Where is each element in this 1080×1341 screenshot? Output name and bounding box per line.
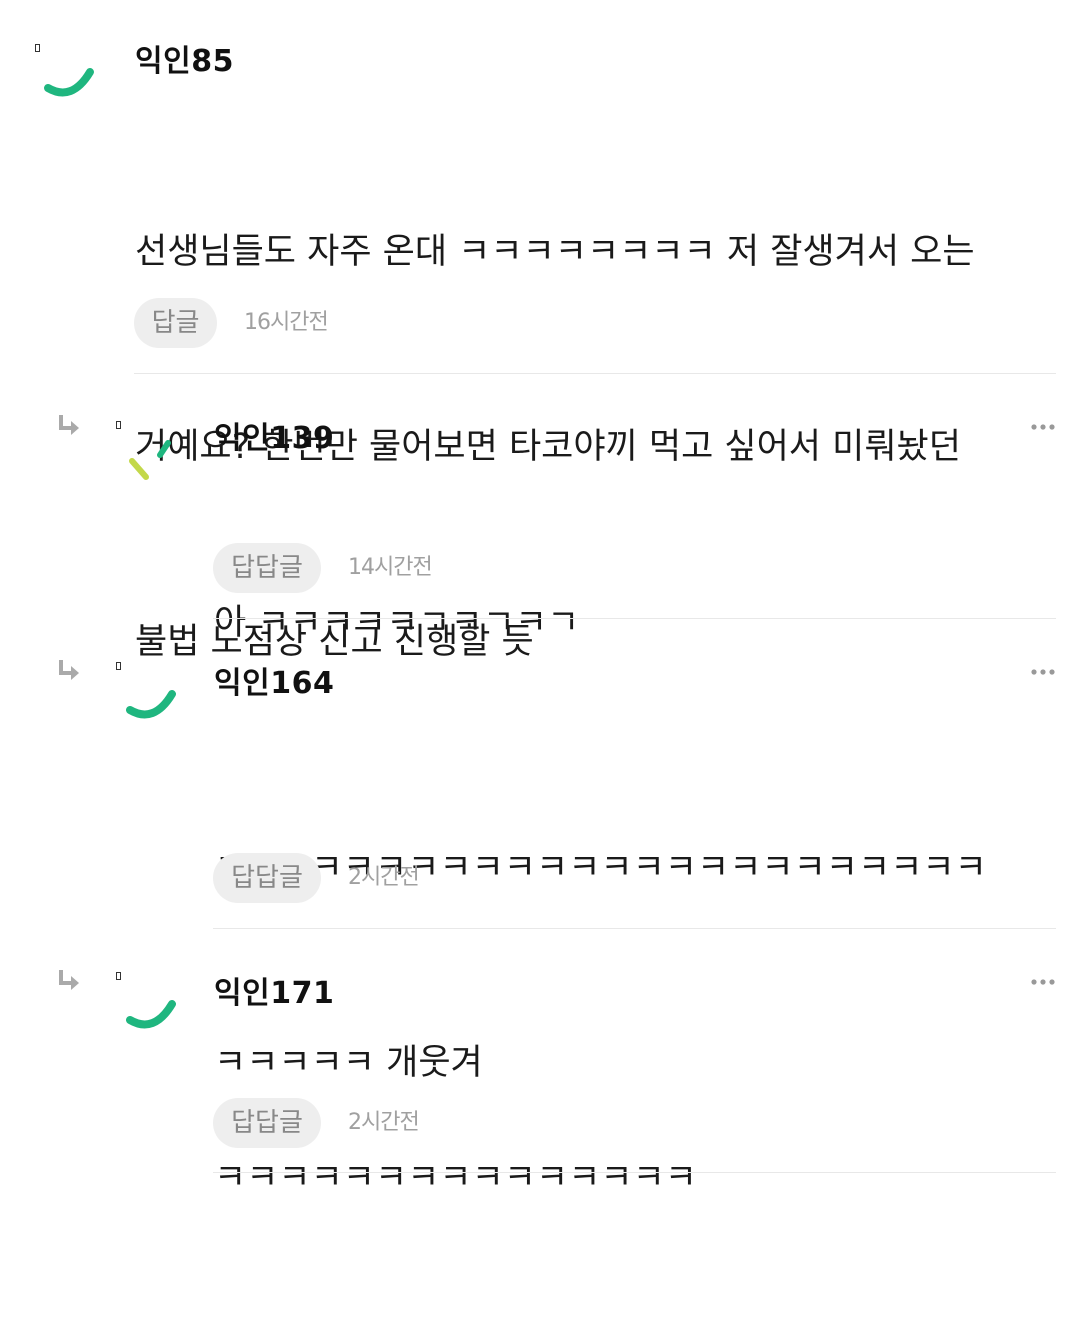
reply-button[interactable]: 답글 xyxy=(134,298,217,348)
comment-author: 익인85 xyxy=(135,44,234,79)
reply-arrow-icon xyxy=(59,660,79,680)
reply-arrow-icon xyxy=(59,970,79,990)
comment-body-line: 선생님들도 자주 온대 ㅋㅋㅋㅋㅋㅋㅋㅋ 저 잘생겨서 오는 xyxy=(135,232,975,272)
reply-button[interactable]: 답답글 xyxy=(213,853,321,903)
reply-body-line: ㅋㅋㅋㅋㅋㅋㅋㅋㅋㅋㅋㅋㅋㅋㅋㅋㅋㅋㅋㅋㅋㅋㅋㅋ xyxy=(214,848,987,888)
reply-button[interactable]: 답답글 xyxy=(213,1098,321,1148)
reply-divider xyxy=(213,928,1056,929)
avatar xyxy=(110,658,190,738)
reply-button[interactable]: 답답글 xyxy=(213,543,321,593)
reply-body: ㅋㅋㅋㅋㅋㅋㅋㅋㅋㅋㅋㅋㅋㅋㅋ xyxy=(214,1016,697,1341)
comment-divider xyxy=(134,373,1056,374)
comment-timestamp: 16시간전 xyxy=(244,310,329,335)
reply-item: 익인139 아 ㅋㅋㅋㅋㅋㄱㅋㄱㅋㄱ 답답글 14시간전 xyxy=(0,375,1080,643)
avatar xyxy=(28,36,108,116)
more-options-icon[interactable] xyxy=(1029,662,1059,682)
avatar xyxy=(110,968,190,1048)
reply-timestamp: 2시간전 xyxy=(348,1110,420,1135)
reply-author: 익인171 xyxy=(214,976,335,1011)
avatar xyxy=(110,413,190,493)
reply-body-line: ㅋㅋㅋㅋㅋㅋㅋㅋㅋㅋㅋㅋㅋㅋㅋ xyxy=(214,1158,698,1198)
more-options-icon[interactable] xyxy=(1029,417,1059,437)
avatar-arc-icon xyxy=(44,68,94,97)
reply-timestamp: 2시간전 xyxy=(348,865,420,890)
reply-item: 익인164 ㅋㅋㅋㅋㅋㅋㅋㅋㅋㅋㅋㅋㅋㅋㅋㅋㅋㅋㅋㅋㅋㅋㅋㅋ ㅋㅋㅋㅋㅋ 개웃겨… xyxy=(0,620,1080,1083)
avatar-arc-icon xyxy=(126,1000,176,1029)
comment-item: 익인85 선생님들도 자주 온대 ㅋㅋㅋㅋㅋㅋㅋㅋ 저 잘생겨서 오는 거예요?… xyxy=(0,0,1080,662)
more-options-icon[interactable] xyxy=(1029,972,1059,992)
reply-item: 익인171 ㅋㅋㅋㅋㅋㅋㅋㅋㅋㅋㅋㅋㅋㅋㅋ 답답글 2시간전 xyxy=(0,930,1080,1198)
avatar-arc-icon xyxy=(126,690,176,719)
reply-divider xyxy=(213,618,1056,619)
reply-arrow-icon xyxy=(59,415,79,435)
reply-timestamp: 14시간전 xyxy=(348,555,433,580)
reply-author: 익인139 xyxy=(214,421,335,456)
reply-divider xyxy=(213,1172,1056,1173)
avatar-slash-icon xyxy=(129,440,171,480)
reply-author: 익인164 xyxy=(214,666,335,701)
